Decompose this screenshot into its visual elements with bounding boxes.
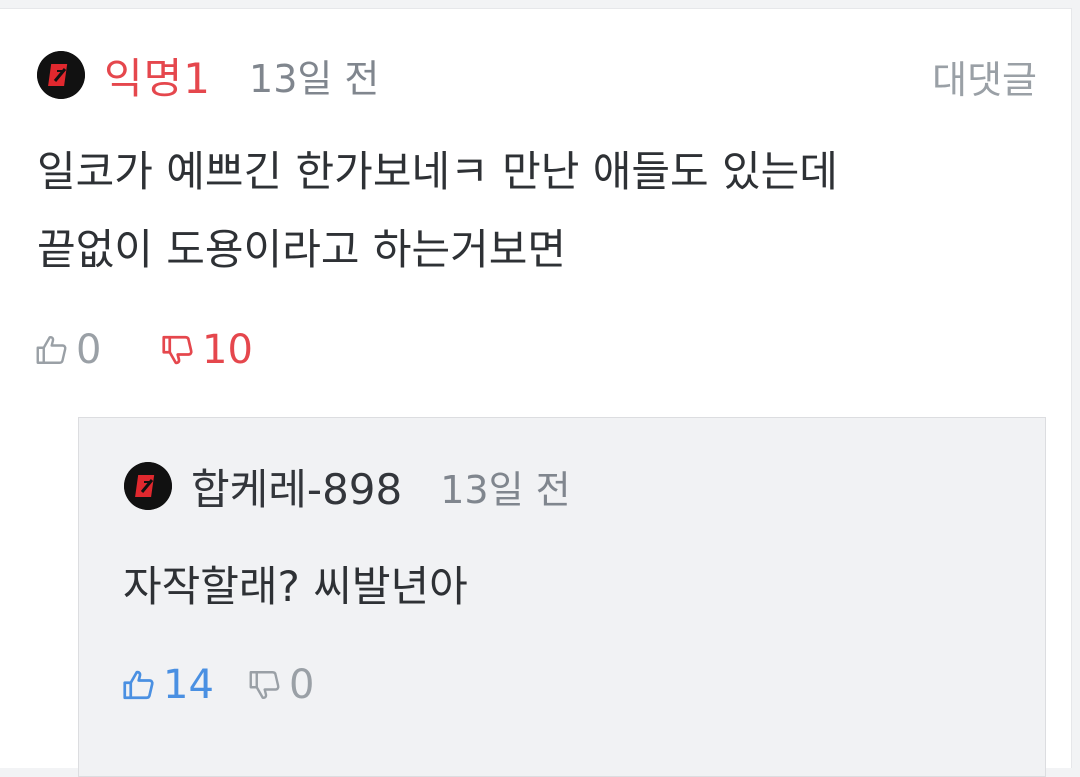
timestamp: 13일 전: [440, 467, 571, 512]
thumbs-down-icon: [249, 671, 280, 700]
dislike-button[interactable]: 0: [247, 662, 314, 708]
comment-card: 익명1 13일 전 대댓글 일코가 예쁘긴 한가보네ㅋ 만난 애들도 있는데 끝…: [0, 8, 1072, 777]
avatar[interactable]: [37, 51, 85, 99]
author-name[interactable]: 합케레-898: [191, 456, 402, 517]
avatar-logo-icon: [37, 51, 85, 99]
reply-button[interactable]: 대댓글: [932, 49, 1037, 104]
dislike-count: 0: [289, 662, 315, 708]
like-count: 0: [76, 327, 102, 373]
thumbs-up-icon: [36, 335, 67, 364]
like-button[interactable]: 0: [34, 327, 101, 373]
dislike-button[interactable]: 10: [160, 327, 253, 373]
reply-body: 자작할래? 씨발년아: [123, 562, 468, 611]
comment-header: 익명1 13일 전: [104, 45, 379, 105]
avatar-logo-icon: [124, 462, 172, 510]
dislike-count: 10: [202, 327, 253, 373]
timestamp: 13일 전: [249, 56, 380, 101]
avatar[interactable]: [124, 462, 172, 510]
thumbs-down-icon: [162, 335, 193, 365]
like-count: 14: [163, 662, 214, 708]
thumbs-up-icon: [123, 670, 154, 700]
reply-container: 합케레-898 13일 전 자작할래? 씨발년아 14 0: [78, 417, 1046, 777]
reply-header: 합케레-898 13일 전: [191, 456, 571, 516]
comment-body: 일코가 예쁘긴 한가보네ㅋ 만난 애들도 있는데 끝없이 도용이라고 하는거보면: [37, 147, 838, 274]
author-name[interactable]: 익명1: [104, 45, 211, 106]
like-button[interactable]: 14: [121, 662, 214, 708]
